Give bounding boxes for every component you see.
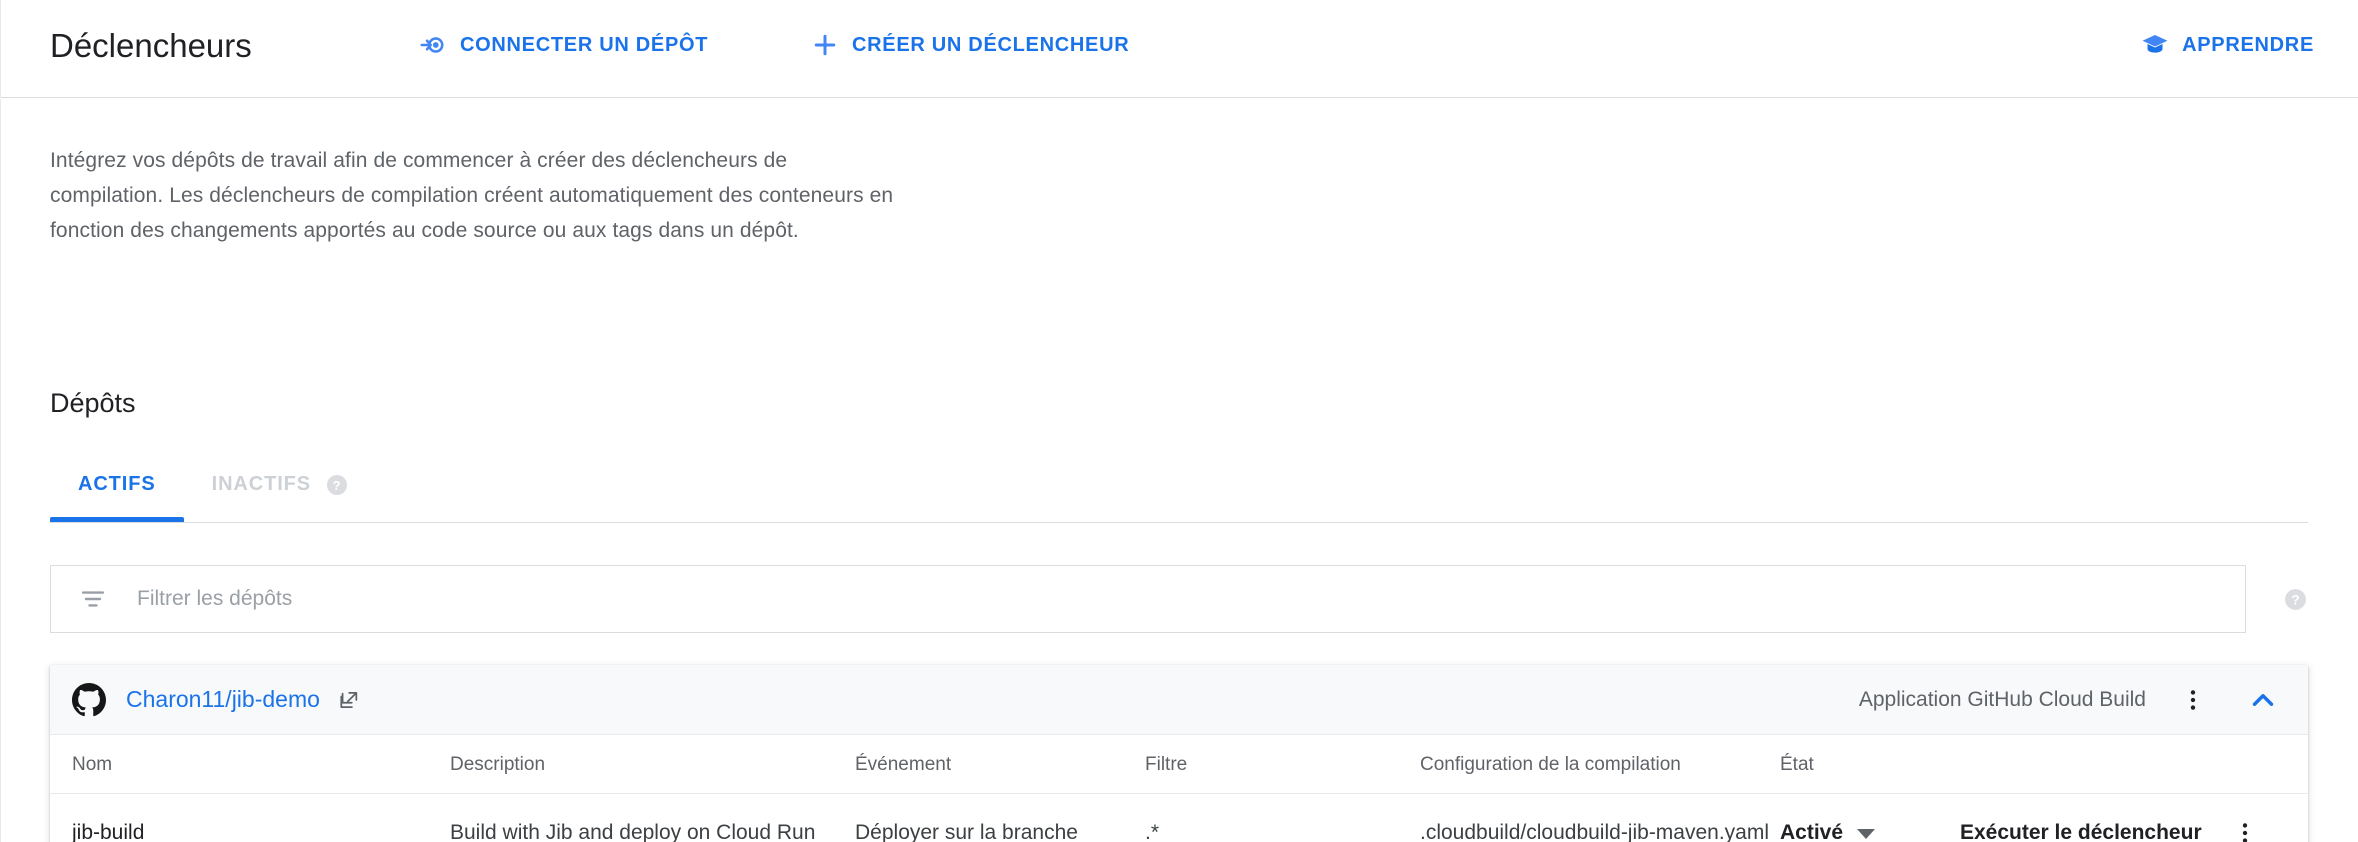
cell-trigger-name: jib-build xyxy=(72,820,145,842)
create-trigger-label: CRÉER UN DÉCLENCHEUR xyxy=(852,33,1130,56)
repository-tabs: ACTIFS INACTIFS ? xyxy=(50,447,2308,523)
help-icon[interactable]: ? xyxy=(325,473,349,497)
connect-repository-label: CONNECTER UN DÉPÔT xyxy=(460,33,709,56)
connect-repository-button[interactable]: CONNECTER UN DÉPÔT xyxy=(418,30,708,60)
svg-text:?: ? xyxy=(333,478,342,493)
repository-chevron-up-icon[interactable] xyxy=(2244,681,2282,719)
state-value: Activé xyxy=(1780,820,1844,842)
repository-header[interactable]: Charon11/jib-demo Application GitHub Clo… xyxy=(50,665,2308,735)
filter-row: ? xyxy=(50,565,2308,633)
section-title-repositories: Dépôts xyxy=(50,388,136,418)
open-in-new-icon[interactable] xyxy=(338,689,360,711)
filter-icon xyxy=(79,585,107,613)
filter-input[interactable] xyxy=(137,579,2037,619)
column-header-etat: État xyxy=(1780,735,1960,794)
page-title: Déclencheurs xyxy=(50,27,252,64)
tab-inactifs-label: INACTIFS xyxy=(211,473,312,495)
intro-text: Intégrez vos dépôts de travail afin de c… xyxy=(50,149,894,242)
table-row[interactable]: jib-build Build with Jib and deploy on C… xyxy=(50,793,2308,842)
tab-active-indicator xyxy=(50,517,184,522)
tab-inactifs[interactable]: INACTIFS ? xyxy=(184,447,377,522)
github-icon xyxy=(72,682,106,717)
chevron-down-icon xyxy=(1857,828,1876,839)
filter-box[interactable] xyxy=(50,565,2246,633)
tab-actifs-label: ACTIFS xyxy=(78,473,156,495)
learn-button[interactable]: APPRENDRE xyxy=(2140,30,2314,60)
repository-more-vert-icon[interactable] xyxy=(2176,683,2210,717)
triggers-page: Déclencheurs CONNECTER UN DÉPÔT CRÉER UN… xyxy=(0,0,2358,842)
page-body: Intégrez vos dépôts de travail afin de c… xyxy=(0,99,2358,842)
filter-help-icon[interactable]: ? xyxy=(2283,587,2308,612)
column-header-nom: Nom xyxy=(50,735,450,794)
graduation-cap-icon xyxy=(2140,30,2170,60)
repository-name-link[interactable]: Charon11/jib-demo xyxy=(126,686,320,713)
cell-trigger-description: Build with Jib and deploy on Cloud Run xyxy=(450,820,816,842)
column-header-filtre: Filtre xyxy=(1145,735,1420,794)
learn-label: APPRENDRE xyxy=(2182,33,2314,56)
svg-text:?: ? xyxy=(2291,593,2299,608)
column-header-actions xyxy=(1960,735,2308,794)
cell-trigger-build-config: .cloudbuild/cloudbuild-jib-maven.yaml xyxy=(1420,820,1770,842)
row-more-vert-icon[interactable] xyxy=(2228,816,2262,842)
create-trigger-button[interactable]: CRÉER UN DÉCLENCHEUR xyxy=(810,30,1129,60)
column-header-evenement: Événement xyxy=(855,735,1145,794)
cell-trigger-event: Déployer sur la branche xyxy=(855,820,1078,842)
body-left-rule xyxy=(0,99,1,842)
column-header-description: Description xyxy=(450,735,855,794)
column-header-build-config: Configuration de la compilation xyxy=(1420,735,1780,794)
triggers-table: Nom Description Événement Filtre Configu… xyxy=(50,735,2308,842)
cell-trigger-state: Activé xyxy=(1780,793,1960,842)
page-header: Déclencheurs CONNECTER UN DÉPÔT CRÉER UN… xyxy=(0,0,2358,98)
table-header-row: Nom Description Événement Filtre Configu… xyxy=(50,735,2308,794)
repository-card: Charon11/jib-demo Application GitHub Clo… xyxy=(50,665,2308,842)
cell-trigger-filter: .* xyxy=(1145,820,1160,842)
repository-connection-label: Application GitHub Cloud Build xyxy=(1858,687,2146,711)
tab-actifs[interactable]: ACTIFS xyxy=(50,447,184,522)
connect-repository-icon xyxy=(418,30,448,60)
plus-icon xyxy=(810,30,840,60)
row-actions: Exécuter le déclencheur xyxy=(1960,816,2298,842)
cell-trigger-actions: Exécuter le déclencheur xyxy=(1960,793,2308,842)
run-trigger-button[interactable]: Exécuter le déclencheur xyxy=(1960,816,2202,842)
state-dropdown[interactable]: Activé xyxy=(1780,816,1950,842)
header-left-rule xyxy=(0,0,1,98)
